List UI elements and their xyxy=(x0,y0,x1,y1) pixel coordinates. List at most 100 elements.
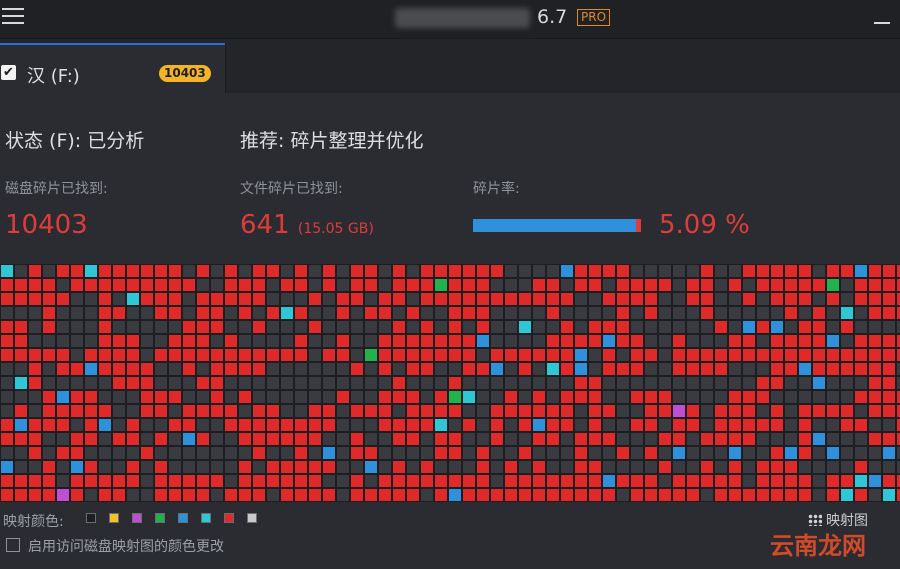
file-fragments-label: 文件碎片已找到: xyxy=(240,181,343,197)
map-cluster-cell xyxy=(883,321,895,333)
map-cluster-cell xyxy=(519,377,531,389)
map-cluster-cell xyxy=(449,447,461,459)
map-cluster-cell xyxy=(71,349,83,361)
map-cluster-cell xyxy=(771,405,783,417)
map-cluster-cell xyxy=(771,293,783,305)
map-cluster-cell xyxy=(155,405,167,417)
map-cluster-cell xyxy=(449,391,461,403)
map-cluster-cell xyxy=(337,265,349,277)
map-cluster-cell xyxy=(827,265,839,277)
menu-icon[interactable] xyxy=(2,8,24,26)
map-cluster-cell xyxy=(127,475,139,487)
map-cluster-cell xyxy=(715,489,727,501)
map-cluster-cell xyxy=(57,475,69,487)
enable-color-change-checkbox[interactable] xyxy=(6,538,20,552)
map-cluster-cell xyxy=(239,489,251,501)
map-cluster-cell xyxy=(183,293,195,305)
map-cluster-cell xyxy=(407,475,419,487)
map-cluster-cell xyxy=(197,405,209,417)
map-cluster-cell xyxy=(869,279,881,291)
map-cluster-cell xyxy=(323,363,335,375)
map-cluster-cell xyxy=(869,307,881,319)
map-cluster-cell xyxy=(421,405,433,417)
map-cluster-cell xyxy=(631,447,643,459)
map-cluster-cell xyxy=(799,335,811,347)
map-cluster-cell xyxy=(729,461,741,473)
map-cluster-cell xyxy=(127,461,139,473)
map-cluster-cell xyxy=(883,447,895,459)
map-cluster-cell xyxy=(533,335,545,347)
map-cluster-cell xyxy=(729,335,741,347)
map-cluster-cell xyxy=(295,293,307,305)
map-cluster-cell xyxy=(575,391,587,403)
map-cluster-cell xyxy=(211,391,223,403)
map-cluster-cell xyxy=(743,461,755,473)
map-cluster-cell xyxy=(869,363,881,375)
map-cluster-cell xyxy=(869,447,881,459)
map-cluster-cell xyxy=(743,433,755,445)
map-cluster-cell xyxy=(883,293,895,305)
map-cluster-cell xyxy=(183,349,195,361)
drive-checkbox[interactable]: ✔ xyxy=(1,65,16,80)
map-cluster-cell xyxy=(519,419,531,431)
map-cluster-cell xyxy=(729,349,741,361)
map-cluster-cell xyxy=(561,489,573,501)
map-cluster-cell xyxy=(141,349,153,361)
map-cluster-cell xyxy=(1,321,13,333)
map-cluster-cell xyxy=(799,265,811,277)
map-cluster-cell xyxy=(211,433,223,445)
map-cluster-cell xyxy=(393,461,405,473)
map-cluster-cell xyxy=(267,433,279,445)
map-cluster-cell xyxy=(673,349,685,361)
map-cluster-cell xyxy=(211,293,223,305)
map-cluster-cell xyxy=(351,279,363,291)
map-cluster-cell xyxy=(771,419,783,431)
map-cluster-cell xyxy=(477,433,489,445)
map-cluster-cell xyxy=(351,321,363,333)
map-cluster-cell xyxy=(519,335,531,347)
map-cluster-cell xyxy=(491,335,503,347)
map-cluster-cell xyxy=(141,293,153,305)
map-cluster-cell xyxy=(659,419,671,431)
map-cluster-cell xyxy=(141,363,153,375)
map-cluster-cell xyxy=(505,419,517,431)
map-cluster-cell xyxy=(617,419,629,431)
map-cluster-cell xyxy=(309,419,321,431)
map-cluster-cell xyxy=(561,307,573,319)
disk-map xyxy=(0,264,900,502)
legend-swatch xyxy=(224,513,234,523)
map-cluster-cell xyxy=(575,475,587,487)
drive-tab[interactable]: ✔ 汉 (F:) 10403 xyxy=(0,43,225,95)
map-cluster-cell xyxy=(463,433,475,445)
map-cluster-cell xyxy=(253,279,265,291)
map-cluster-cell xyxy=(841,433,853,445)
map-cluster-cell xyxy=(295,363,307,375)
map-cluster-cell xyxy=(575,349,587,361)
map-cluster-cell xyxy=(505,433,517,445)
map-cluster-cell xyxy=(267,447,279,459)
map-cluster-cell xyxy=(743,391,755,403)
map-cluster-cell xyxy=(393,307,405,319)
map-cluster-cell xyxy=(29,335,41,347)
map-cluster-cell xyxy=(547,321,559,333)
map-cluster-cell xyxy=(701,447,713,459)
map-cluster-cell xyxy=(1,391,13,403)
map-cluster-cell xyxy=(841,405,853,417)
map-cluster-cell xyxy=(841,335,853,347)
map-cluster-cell xyxy=(547,419,559,431)
map-cluster-cell xyxy=(253,405,265,417)
map-cluster-cell xyxy=(715,391,727,403)
map-cluster-cell xyxy=(547,405,559,417)
map-cluster-cell xyxy=(449,377,461,389)
minimize-icon[interactable] xyxy=(874,22,890,24)
frag-rate-label: 碎片率: xyxy=(473,181,520,197)
map-cluster-cell xyxy=(673,461,685,473)
map-cluster-cell xyxy=(687,321,699,333)
map-cluster-cell xyxy=(477,377,489,389)
map-cluster-cell xyxy=(729,321,741,333)
map-cluster-cell xyxy=(687,489,699,501)
map-cluster-cell xyxy=(687,405,699,417)
map-cluster-cell xyxy=(99,363,111,375)
map-cluster-cell xyxy=(491,405,503,417)
map-cluster-cell xyxy=(281,475,293,487)
